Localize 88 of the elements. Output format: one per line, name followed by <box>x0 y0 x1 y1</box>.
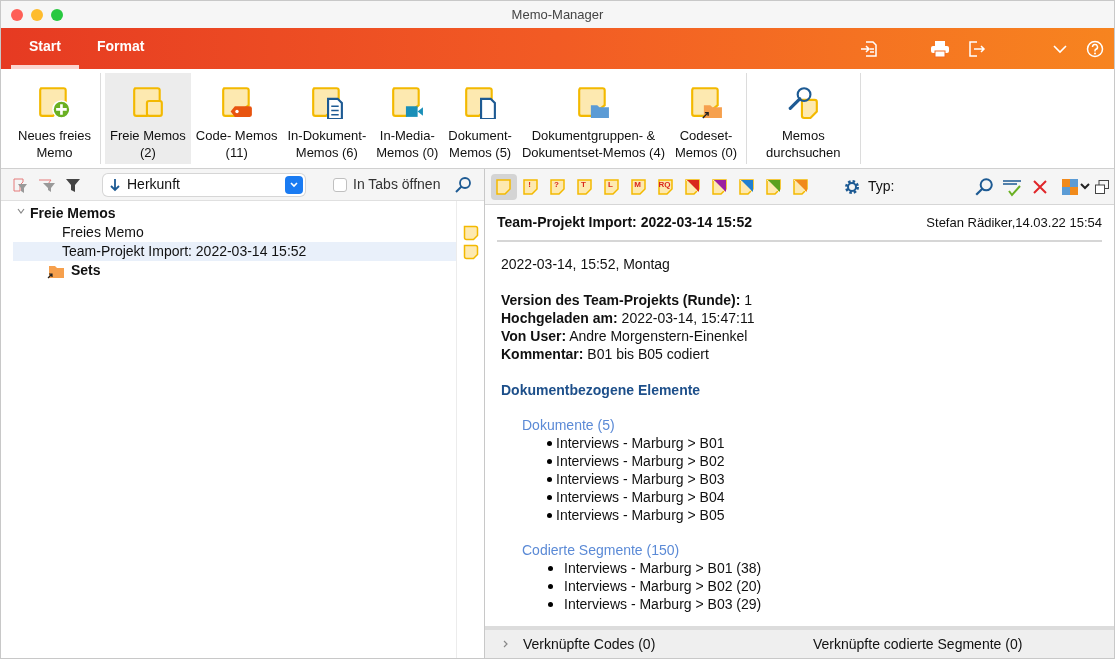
settings-icon[interactable] <box>843 177 861 196</box>
memo-date: 2022-03-14, 15:52, Montag <box>501 255 671 273</box>
note-icon <box>495 177 513 196</box>
dropdown-caret-icon <box>285 175 303 194</box>
memo-author: Stefan Rädiker,14.03.22 15:54 <box>926 213 1102 232</box>
memo-title: Team-Projekt Import: 2022-03-14 15:52 <box>497 213 752 232</box>
search-icon[interactable] <box>454 175 473 194</box>
memo-fact: Kommentar: B01 bis B05 codiert <box>501 345 710 363</box>
list-item: Interviews - Marburg > B01 <box>522 434 1102 452</box>
close-window-button[interactable] <box>11 8 23 21</box>
memo-icon <box>462 243 479 260</box>
subsection-title: Dokumente (5) <box>522 416 616 434</box>
list-item: Interviews - Marburg > B04 <box>522 488 1102 506</box>
list-item: Interviews - Marburg > B03 <box>522 470 1102 488</box>
memo-fact: Hochgeladen am: 2022-03-14, 15:47:11 <box>501 309 756 327</box>
ribbon-button[interactable]: In-Dokument- Memos (6) <box>282 73 372 164</box>
import-icon[interactable] <box>860 39 878 58</box>
tree-item[interactable]: Team-Projekt Import: 2022-03-14 15:52 <box>13 242 456 261</box>
list-item: Interviews - Marburg > B03 (29) <box>522 595 1102 613</box>
colored-note-icon <box>765 177 783 196</box>
memo-icon <box>689 85 724 119</box>
colored-note-icon <box>711 177 729 196</box>
checkbox-label: In Tabs öffnen <box>353 175 441 194</box>
memo-fact: Version des Team-Projekts (Runde): 1 <box>501 291 754 309</box>
memo-type-button[interactable]: M <box>626 173 652 200</box>
tree-item[interactable]: Freie Memos <box>13 204 456 223</box>
note-icon <box>576 177 594 196</box>
memo-type-button[interactable]: L <box>599 173 625 200</box>
note-icon <box>603 177 621 196</box>
arrow-down-icon <box>109 177 121 192</box>
memo-type-button[interactable]: T <box>572 173 598 200</box>
list-item: Interviews - Marburg > B05 <box>522 506 1102 524</box>
ribbon-button[interactable]: Dokument- Memos (5) <box>443 73 517 164</box>
list-item: Interviews - Marburg > B02 (20) <box>522 577 1102 595</box>
zoom-window-button[interactable] <box>51 8 63 21</box>
type-label: Typ: <box>868 177 895 196</box>
tree-item[interactable]: Sets <box>13 261 456 280</box>
ribbon-button[interactable]: Memos durchsuchen <box>761 73 846 164</box>
print-icon[interactable] <box>930 39 950 58</box>
ribbon-button[interactable]: Dokumentgruppen- & Dokumentset-Memos (4) <box>516 73 670 164</box>
tree-item[interactable]: Freies Memo <box>13 223 456 242</box>
linked-segments[interactable]: Verknüpfte codierte Segmente (0) <box>813 633 1023 655</box>
ribbon-button[interactable]: Code- Memos (11) <box>190 73 283 164</box>
ribbon-button[interactable]: Neues freies Memo <box>13 73 96 164</box>
new-memo-icon <box>37 85 72 119</box>
tree-label: Freie Memos <box>29 204 116 223</box>
subsection-title: Codierte Segmente (150) <box>522 541 681 559</box>
section-heading: Dokumentbezogene Elemente <box>501 381 702 399</box>
search-memo-icon <box>786 85 821 119</box>
note-icon <box>630 177 648 196</box>
memo-icon <box>309 85 344 119</box>
sort-value: Herkunft <box>127 175 181 194</box>
export-icon[interactable] <box>968 39 986 58</box>
list-item: Interviews - Marburg > B01 (38) <box>522 559 1102 577</box>
tree-label: Sets <box>71 261 101 280</box>
checkbox[interactable] <box>333 177 347 192</box>
memo-icon <box>219 85 254 119</box>
delete-icon[interactable] <box>1032 178 1048 195</box>
sort-dropdown[interactable]: Herkunft <box>103 173 305 196</box>
ribbon-button[interactable]: Freie Memos (2) <box>105 73 191 164</box>
ribbon-button[interactable]: In-Media- Memos (0) <box>371 73 444 164</box>
note-icon <box>549 177 567 196</box>
memo-icon <box>462 224 479 241</box>
filter-icon[interactable] <box>65 176 81 193</box>
ribbon-tab[interactable]: Format <box>78 28 163 69</box>
colored-note-icon <box>792 177 810 196</box>
memo-type-button[interactable]: ! <box>518 173 544 200</box>
ribbon-tab[interactable]: Start <box>11 28 79 69</box>
colored-note-icon <box>684 177 702 196</box>
tree-label: Freies Memo <box>61 223 144 242</box>
help-icon[interactable] <box>1086 39 1104 58</box>
filter-off-icon[interactable] <box>11 175 29 194</box>
memo-icon <box>390 85 425 119</box>
linked-codes[interactable]: Verknüpfte Codes (0) <box>523 633 813 655</box>
memo-type-button[interactable]: ? <box>545 173 571 200</box>
memo-fact: Von User: Andre Morgenstern-Einenkel <box>501 327 749 345</box>
list-item: Interviews - Marburg > B02 <box>522 452 1102 470</box>
window-title: Memo-Manager <box>511 5 604 24</box>
search-icon[interactable] <box>974 176 994 197</box>
window-restore-icon[interactable] <box>1094 178 1110 195</box>
memo-icon <box>463 85 498 119</box>
memo-icon <box>130 85 165 119</box>
memo-icon <box>576 85 611 119</box>
colored-note-icon <box>738 177 756 196</box>
minimize-window-button[interactable] <box>31 8 43 21</box>
tree-label: Team-Projekt Import: 2022-03-14 15:52 <box>61 242 307 261</box>
ribbon-button[interactable]: Codeset- Memos (0) <box>670 73 743 164</box>
note-icon <box>522 177 540 196</box>
